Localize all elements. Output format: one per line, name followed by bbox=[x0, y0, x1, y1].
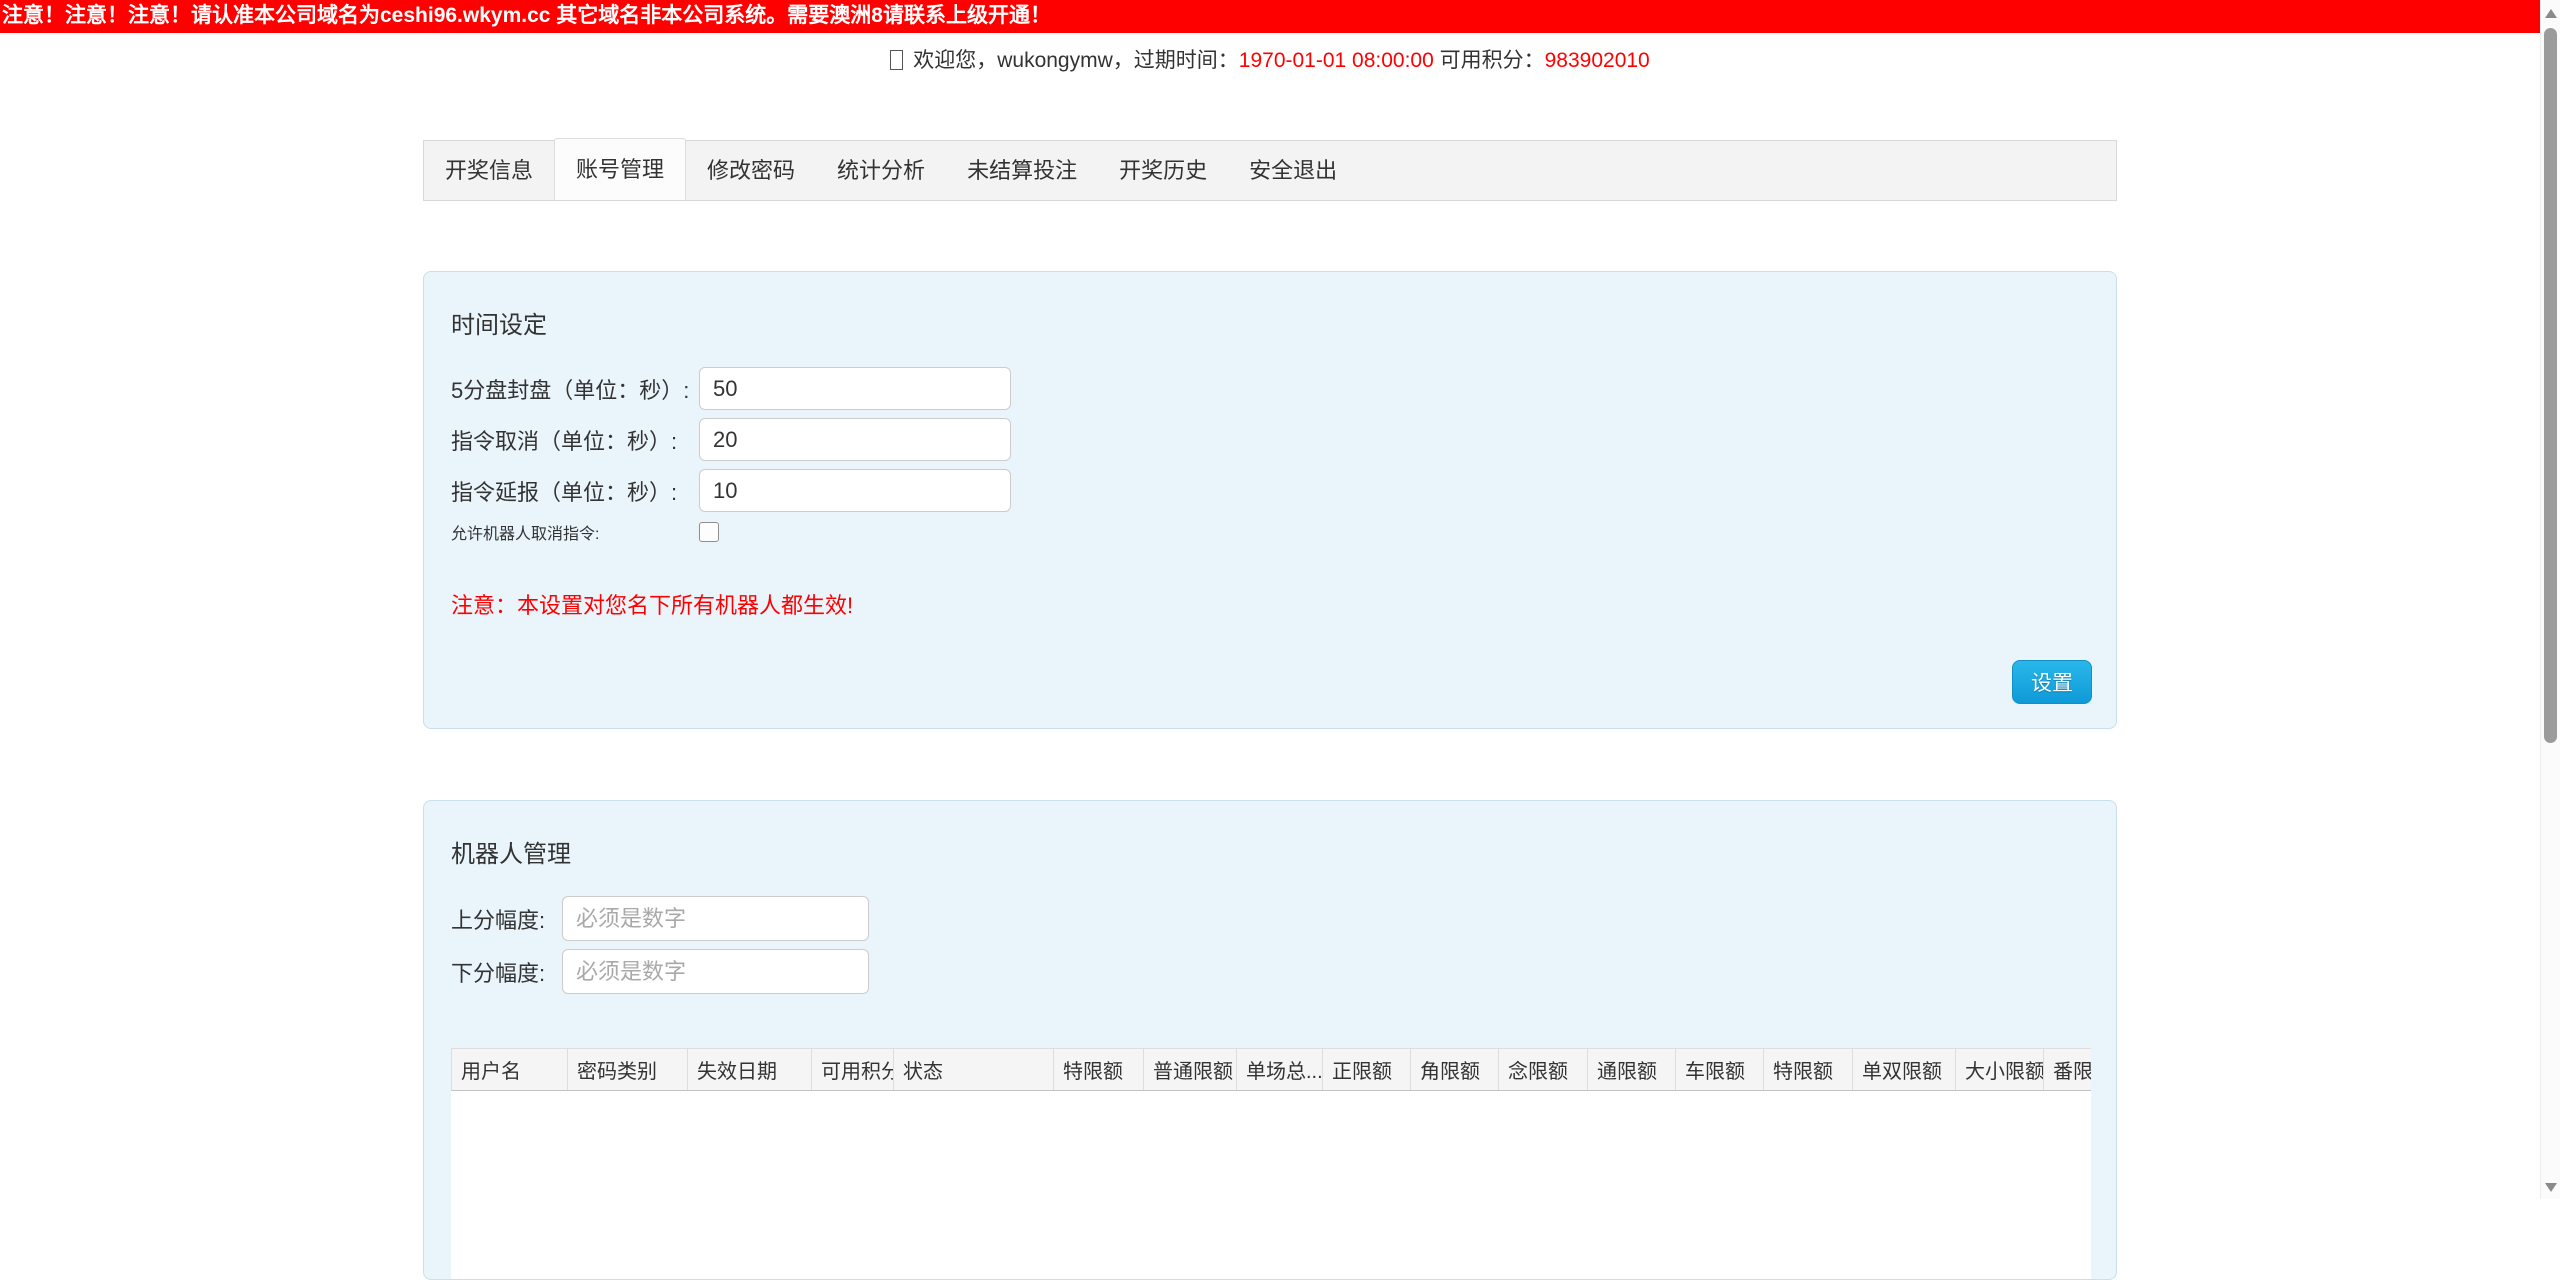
close-5min-label: 5分盘封盘（单位：秒）: bbox=[451, 373, 699, 405]
settings-warning-note: 注意：本设置对您名下所有机器人都生效! bbox=[451, 588, 2089, 620]
field-row-close-5min: 5分盘封盘（单位：秒）: bbox=[451, 367, 2089, 410]
allow-robot-cancel-label: 允许机器人取消指令: bbox=[451, 520, 699, 544]
warning-banner: 注意！注意！注意！请认准本公司域名为ceshi96.wkym.cc 其它域名非本… bbox=[0, 0, 2540, 33]
field-row-cmd-delay: 指令延报（单位：秒）: bbox=[451, 469, 2089, 512]
time-settings-form: 5分盘封盘（单位：秒）: 指令取消（单位：秒）: 指令延报（单位：秒）: 允许机… bbox=[451, 367, 2089, 620]
time-settings-title: 时间设定 bbox=[451, 272, 2089, 340]
col-normal-limit: 普通限额 bbox=[1144, 1049, 1237, 1091]
col-special-limit: 特限额 bbox=[1054, 1049, 1144, 1091]
col-te-limit: 特限额 bbox=[1764, 1049, 1853, 1091]
cmd-cancel-input[interactable] bbox=[699, 418, 1011, 461]
points-label-text: 可用积分： bbox=[1440, 49, 1545, 72]
col-oddeven-limit: 单双限额 bbox=[1853, 1049, 1956, 1091]
col-zheng-limit: 正限额 bbox=[1323, 1049, 1411, 1091]
col-status: 状态 bbox=[894, 1049, 1054, 1091]
points-value: 983902010 bbox=[1545, 49, 1650, 72]
apply-settings-button[interactable]: 设置 bbox=[2012, 660, 2092, 704]
user-icon bbox=[890, 50, 903, 70]
points-down-label: 下分幅度: bbox=[451, 956, 562, 988]
robot-management-title: 机器人管理 bbox=[451, 801, 2089, 869]
col-points: 可用积分 bbox=[812, 1049, 894, 1091]
close-5min-input[interactable] bbox=[699, 367, 1011, 410]
robots-table-container[interactable]: 用户名 密码类别 失效日期 可用积分 状态 特限额 普通限额 单场总... 正限… bbox=[451, 1048, 2091, 1279]
col-expiry-date: 失效日期 bbox=[688, 1049, 812, 1091]
field-row-cmd-cancel: 指令取消（单位：秒）: bbox=[451, 418, 2089, 461]
col-bigsmall-limit: 大小限额 bbox=[1956, 1049, 2044, 1091]
time-settings-panel: 时间设定 5分盘封盘（单位：秒）: 指令取消（单位：秒）: 指令延报（单位：秒）… bbox=[423, 271, 2117, 729]
tab-draw-history[interactable]: 开奖历史 bbox=[1098, 141, 1228, 200]
tab-statistics[interactable]: 统计分析 bbox=[816, 141, 946, 200]
col-jiao-limit: 角限额 bbox=[1411, 1049, 1499, 1091]
col-nian-limit: 念限额 bbox=[1499, 1049, 1588, 1091]
col-fan-limit: 番限额 bbox=[2044, 1049, 2092, 1091]
col-password-type: 密码类别 bbox=[568, 1049, 688, 1091]
tab-unsettled-bets[interactable]: 未结算投注 bbox=[946, 141, 1098, 200]
allow-robot-cancel-checkbox[interactable] bbox=[699, 522, 719, 542]
tab-account-management[interactable]: 账号管理 bbox=[554, 138, 686, 200]
field-row-allow-robot-cancel: 允许机器人取消指令: bbox=[451, 520, 2089, 544]
welcome-bar: 欢迎您，wukongymw，过期时间：1970-01-01 08:00:00 可… bbox=[423, 44, 2117, 74]
tab-logout[interactable]: 安全退出 bbox=[1228, 141, 1358, 200]
cmd-delay-label: 指令延报（单位：秒）: bbox=[451, 475, 699, 507]
tab-change-password[interactable]: 修改密码 bbox=[686, 141, 816, 200]
welcome-text: 欢迎您，wukongymw，过期时间： bbox=[913, 49, 1239, 72]
scroll-down-arrow-icon[interactable] bbox=[2545, 1183, 2557, 1192]
robot-management-panel: 机器人管理 上分幅度: 下分幅度: 用户名 密码类别 失效日期 可用积分 状态 … bbox=[423, 800, 2117, 1280]
field-row-points-down: 下分幅度: bbox=[451, 949, 2089, 994]
cmd-delay-input[interactable] bbox=[699, 469, 1011, 512]
warning-banner-text: 注意！注意！注意！请认准本公司域名为ceshi96.wkym.cc 其它域名非本… bbox=[2, 4, 1051, 27]
col-username: 用户名 bbox=[452, 1049, 568, 1091]
points-up-label: 上分幅度: bbox=[451, 903, 562, 935]
col-che-limit: 车限额 bbox=[1676, 1049, 1764, 1091]
robots-table-header-row: 用户名 密码类别 失效日期 可用积分 状态 特限额 普通限额 单场总... 正限… bbox=[452, 1049, 2092, 1091]
tab-lottery-info[interactable]: 开奖信息 bbox=[424, 141, 554, 200]
expire-time-value: 1970-01-01 08:00:00 bbox=[1239, 49, 1434, 72]
col-match-total: 单场总... bbox=[1237, 1049, 1323, 1091]
robot-management-form: 上分幅度: 下分幅度: bbox=[451, 896, 2089, 994]
field-row-points-up: 上分幅度: bbox=[451, 896, 2089, 941]
cmd-cancel-label: 指令取消（单位：秒）: bbox=[451, 424, 699, 456]
main-tab-bar: 开奖信息 账号管理 修改密码 统计分析 未结算投注 开奖历史 安全退出 bbox=[423, 140, 2117, 201]
points-up-input[interactable] bbox=[562, 896, 869, 941]
col-tong-limit: 通限额 bbox=[1588, 1049, 1676, 1091]
vertical-scrollbar[interactable] bbox=[2540, 0, 2560, 1199]
scrollbar-thumb[interactable] bbox=[2544, 28, 2557, 743]
robots-table: 用户名 密码类别 失效日期 可用积分 状态 特限额 普通限额 单场总... 正限… bbox=[451, 1048, 2091, 1091]
points-down-input[interactable] bbox=[562, 949, 869, 994]
scroll-up-arrow-icon[interactable] bbox=[2545, 9, 2557, 18]
